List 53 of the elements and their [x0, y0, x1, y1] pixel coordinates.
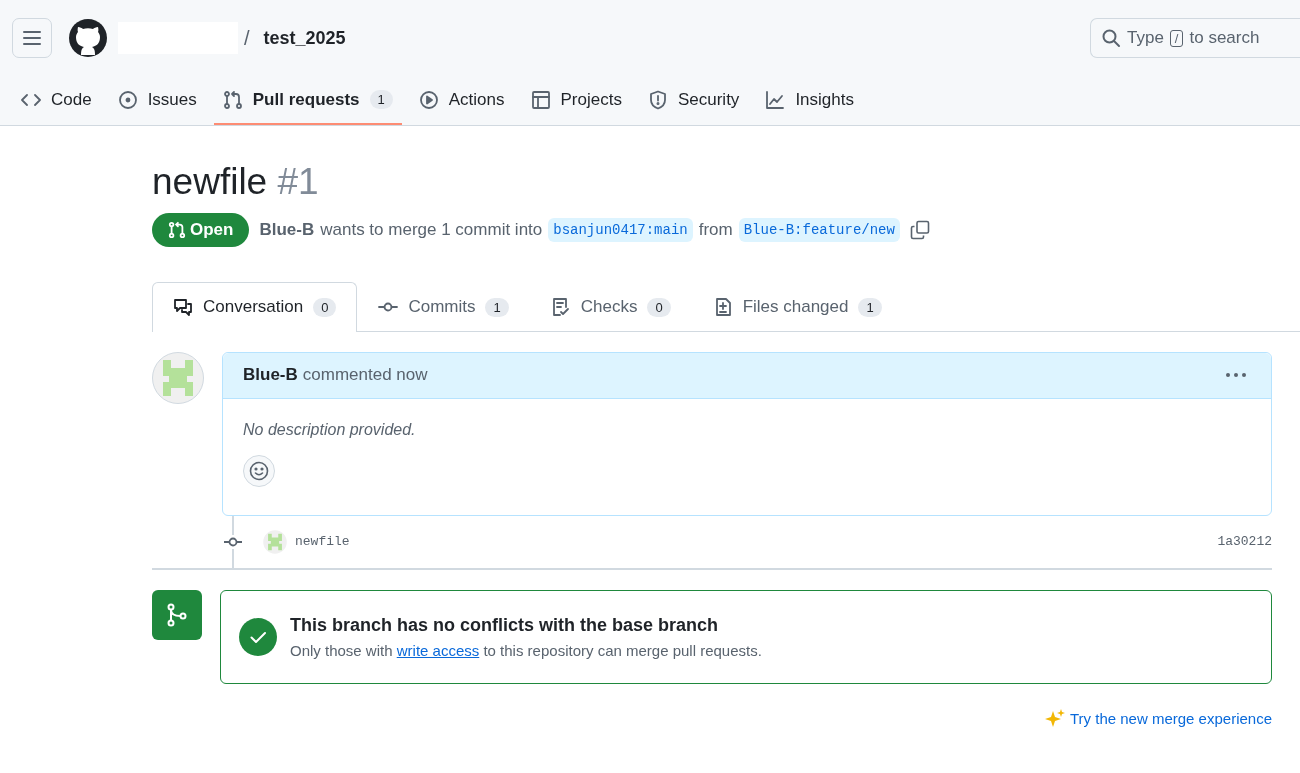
search-field[interactable]: Type / to search	[1090, 18, 1300, 58]
copy-icon[interactable]	[909, 219, 930, 240]
write-access-link[interactable]: write access	[396, 641, 480, 659]
pr-title: newfile	[152, 161, 268, 202]
path-separator: /	[244, 26, 250, 50]
count-badge: 1	[858, 297, 882, 317]
octocat-logo-icon[interactable]	[68, 18, 108, 58]
pull-request-icon	[222, 89, 243, 110]
branch-label[interactable]: bsanjun0417:main	[548, 217, 693, 242]
count-badge: 1	[485, 297, 509, 317]
state-badge: Open	[152, 212, 250, 247]
nav-tab[interactable]: Code	[12, 76, 101, 125]
from-text: from	[698, 219, 733, 240]
menu-button[interactable]	[12, 18, 52, 58]
comment-meta: commented now	[302, 365, 428, 386]
try-merge-link[interactable]: Try the new merge experience	[1043, 707, 1272, 730]
issue-icon	[117, 89, 138, 110]
nav-tab[interactable]: Actions	[409, 76, 514, 125]
table-icon	[530, 89, 551, 110]
play-icon	[418, 89, 439, 110]
comment-author[interactable]: Blue-B	[243, 365, 298, 386]
merge-summary: wants to merge 1 commit into	[320, 219, 543, 240]
tab[interactable]: Commits 1	[357, 281, 530, 332]
nav-tab[interactable]: Projects	[521, 76, 631, 125]
merge-status-title: This branch has no conflicts with the base branch	[290, 614, 720, 636]
repo-link[interactable]: test_2025	[263, 27, 346, 49]
count-badge: 0	[313, 297, 337, 317]
branch-label[interactable]: Blue-B:feature/new	[738, 217, 900, 242]
commit-sha[interactable]: 1a30212	[1217, 534, 1272, 550]
comment-body: No description provided.	[243, 420, 417, 439]
tab[interactable]: Checks 0	[529, 281, 692, 332]
shield-icon	[647, 89, 668, 110]
nav-tab[interactable]: Security	[638, 76, 749, 125]
count-badge: 1	[369, 90, 393, 109]
tab[interactable]: Files changed 1	[691, 281, 903, 332]
nav-tab[interactable]: Issues	[108, 76, 206, 125]
more-icon[interactable]	[1225, 372, 1247, 379]
search-icon	[1101, 28, 1121, 48]
graph-icon	[765, 89, 786, 110]
author-link[interactable]: Blue-B	[259, 219, 315, 240]
merge-status-text: Only those with write access to this repository can merge pull requests.	[290, 641, 762, 659]
checklist-icon	[550, 297, 571, 318]
count-badge: 0	[647, 297, 671, 317]
reaction-button[interactable]	[243, 454, 275, 487]
nav-tab[interactable]: Insights	[756, 76, 863, 125]
pr-number: #1	[277, 161, 319, 202]
merge-icon	[152, 589, 202, 640]
commit-message[interactable]: newfile	[295, 534, 350, 550]
check-icon	[239, 617, 277, 656]
nav-tab[interactable]: Pull requests 1	[213, 76, 402, 125]
menu-icon	[23, 31, 41, 45]
comment-icon	[173, 297, 193, 318]
tab[interactable]: Conversation 0	[152, 281, 358, 332]
